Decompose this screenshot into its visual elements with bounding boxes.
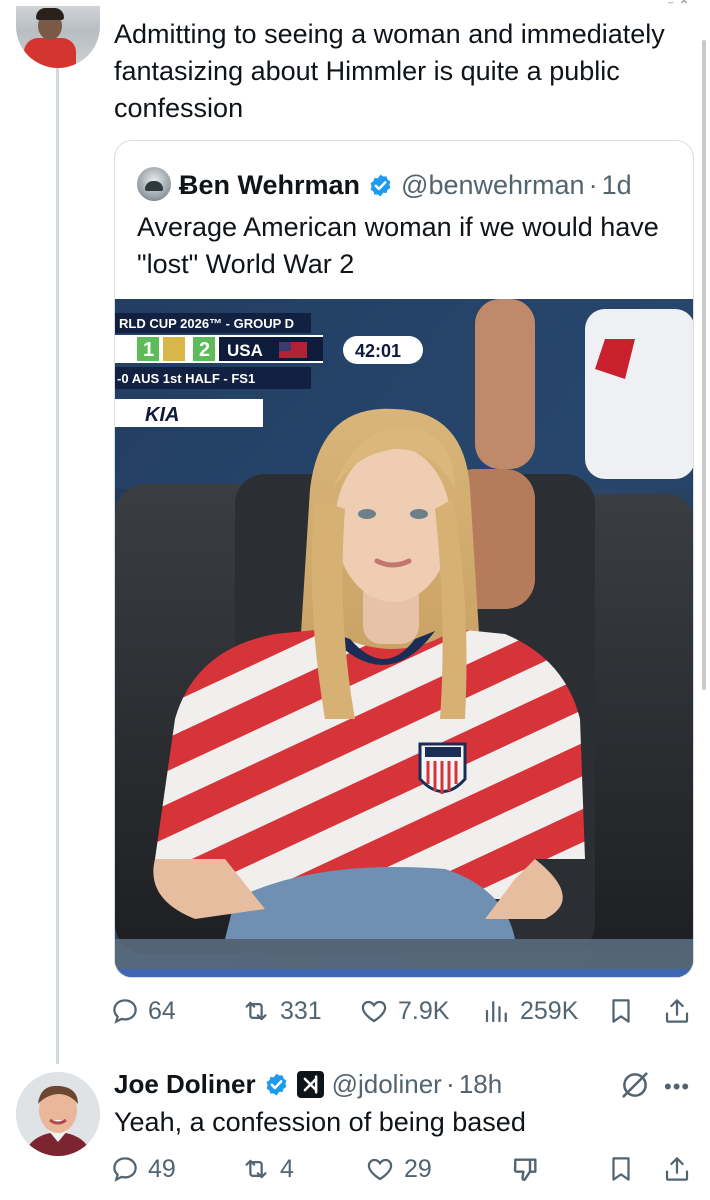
bookmark-icon xyxy=(612,999,630,1023)
tweet-photo[interactable]: RLD CUP 2026™ - GROUP D 1 2 USA 42:01 -0… xyxy=(115,299,693,977)
repost-button[interactable]: 4 xyxy=(240,1150,294,1188)
repost-count: 331 xyxy=(280,996,322,1025)
stadium-photo-illustration: RLD CUP 2026™ - GROUP D 1 2 USA 42:01 -0… xyxy=(115,299,693,977)
verified-badge-icon xyxy=(370,174,391,196)
quoted-author-handle[interactable]: @benwehrman xyxy=(401,170,585,201)
tweet-action-bar: 64 331 7.9K 259K xyxy=(110,992,700,1030)
scoreboard-subline: -0 AUS 1st HALF - FS1 xyxy=(117,371,255,386)
reply-action-bar: 49 4 29 xyxy=(110,1150,700,1188)
reply-count: 64 xyxy=(148,996,176,1025)
reply-button[interactable]: 64 xyxy=(110,992,176,1030)
quoted-tweet-text: Average American woman if we would have … xyxy=(137,212,659,279)
like-button[interactable]: 7.9K xyxy=(358,992,449,1030)
separator-dot: · xyxy=(588,169,598,200)
quoted-tweet-card[interactable]: Ƀen Wehrman @benwehrman · 1d Average Ame… xyxy=(114,140,694,978)
reply-text: Yeah, a confession of being based xyxy=(114,1107,526,1137)
repost-count: 4 xyxy=(280,1154,294,1183)
quoted-author-name[interactable]: Ƀen Wehrman xyxy=(179,170,360,201)
like-count: 7.9K xyxy=(398,996,450,1025)
avatar[interactable] xyxy=(16,6,100,68)
bookmark-button[interactable] xyxy=(606,1150,636,1188)
reply-author-handle[interactable]: @jdoliner xyxy=(332,1069,442,1100)
status-marks: ⁻ ⌃ xyxy=(666,0,690,13)
separator-dot: · xyxy=(445,1068,455,1099)
heart-icon xyxy=(361,1000,387,1023)
reply-icon xyxy=(113,999,137,1024)
quoted-avatar xyxy=(137,167,171,201)
quoted-tweet-header: Ƀen Wehrman @benwehrman · 1d xyxy=(179,167,632,203)
reply-header: Joe Doliner @jdoliner · 18h xyxy=(114,1064,502,1104)
repost-icon xyxy=(245,1001,267,1021)
reply-count: 49 xyxy=(148,1154,176,1183)
views-button[interactable]: 259K xyxy=(482,992,578,1030)
share-icon xyxy=(665,999,689,1023)
reply-avatar-image xyxy=(16,1072,100,1156)
repost-button[interactable]: 331 xyxy=(240,992,322,1030)
sponsor-logo: KIA xyxy=(145,404,179,426)
share-icon xyxy=(665,1157,689,1181)
scoreboard-banner: RLD CUP 2026™ - GROUP D xyxy=(119,316,294,331)
more-options-icon[interactable]: ••• xyxy=(664,1074,690,1100)
dislike-button[interactable] xyxy=(510,1150,542,1188)
verified-badge-icon xyxy=(266,1073,286,1095)
tweet-text: Admitting to seeing a woman and immediat… xyxy=(114,19,665,123)
analytics-icon xyxy=(485,1001,507,1023)
thumbs-down-icon xyxy=(513,1158,537,1181)
bookmark-button[interactable] xyxy=(606,992,636,1030)
share-button[interactable] xyxy=(662,1150,692,1188)
share-button[interactable] xyxy=(662,992,692,1030)
score-home: 1 xyxy=(143,339,154,361)
like-count: 29 xyxy=(404,1154,432,1183)
bookmark-icon xyxy=(612,1157,630,1181)
reply-author-name[interactable]: Joe Doliner xyxy=(114,1069,256,1100)
match-clock: 42:01 xyxy=(355,341,401,361)
affiliate-badge-icon xyxy=(296,1070,324,1098)
reply-button[interactable]: 49 xyxy=(110,1150,176,1188)
reply-timestamp[interactable]: 18h xyxy=(459,1069,502,1100)
grok-icon[interactable] xyxy=(618,1068,652,1102)
view-count: 259K xyxy=(520,996,579,1025)
reply-avatar[interactable] xyxy=(16,1072,100,1156)
reply-icon xyxy=(113,1157,137,1182)
score-away: 2 xyxy=(199,339,210,361)
repost-icon xyxy=(245,1159,267,1179)
thread-line xyxy=(56,68,59,1064)
team-label: USA xyxy=(227,341,263,360)
quoted-timestamp[interactable]: 1d xyxy=(602,170,632,201)
heart-icon xyxy=(367,1158,393,1181)
scrollbar[interactable] xyxy=(702,40,706,690)
like-button[interactable]: 29 xyxy=(364,1150,432,1188)
